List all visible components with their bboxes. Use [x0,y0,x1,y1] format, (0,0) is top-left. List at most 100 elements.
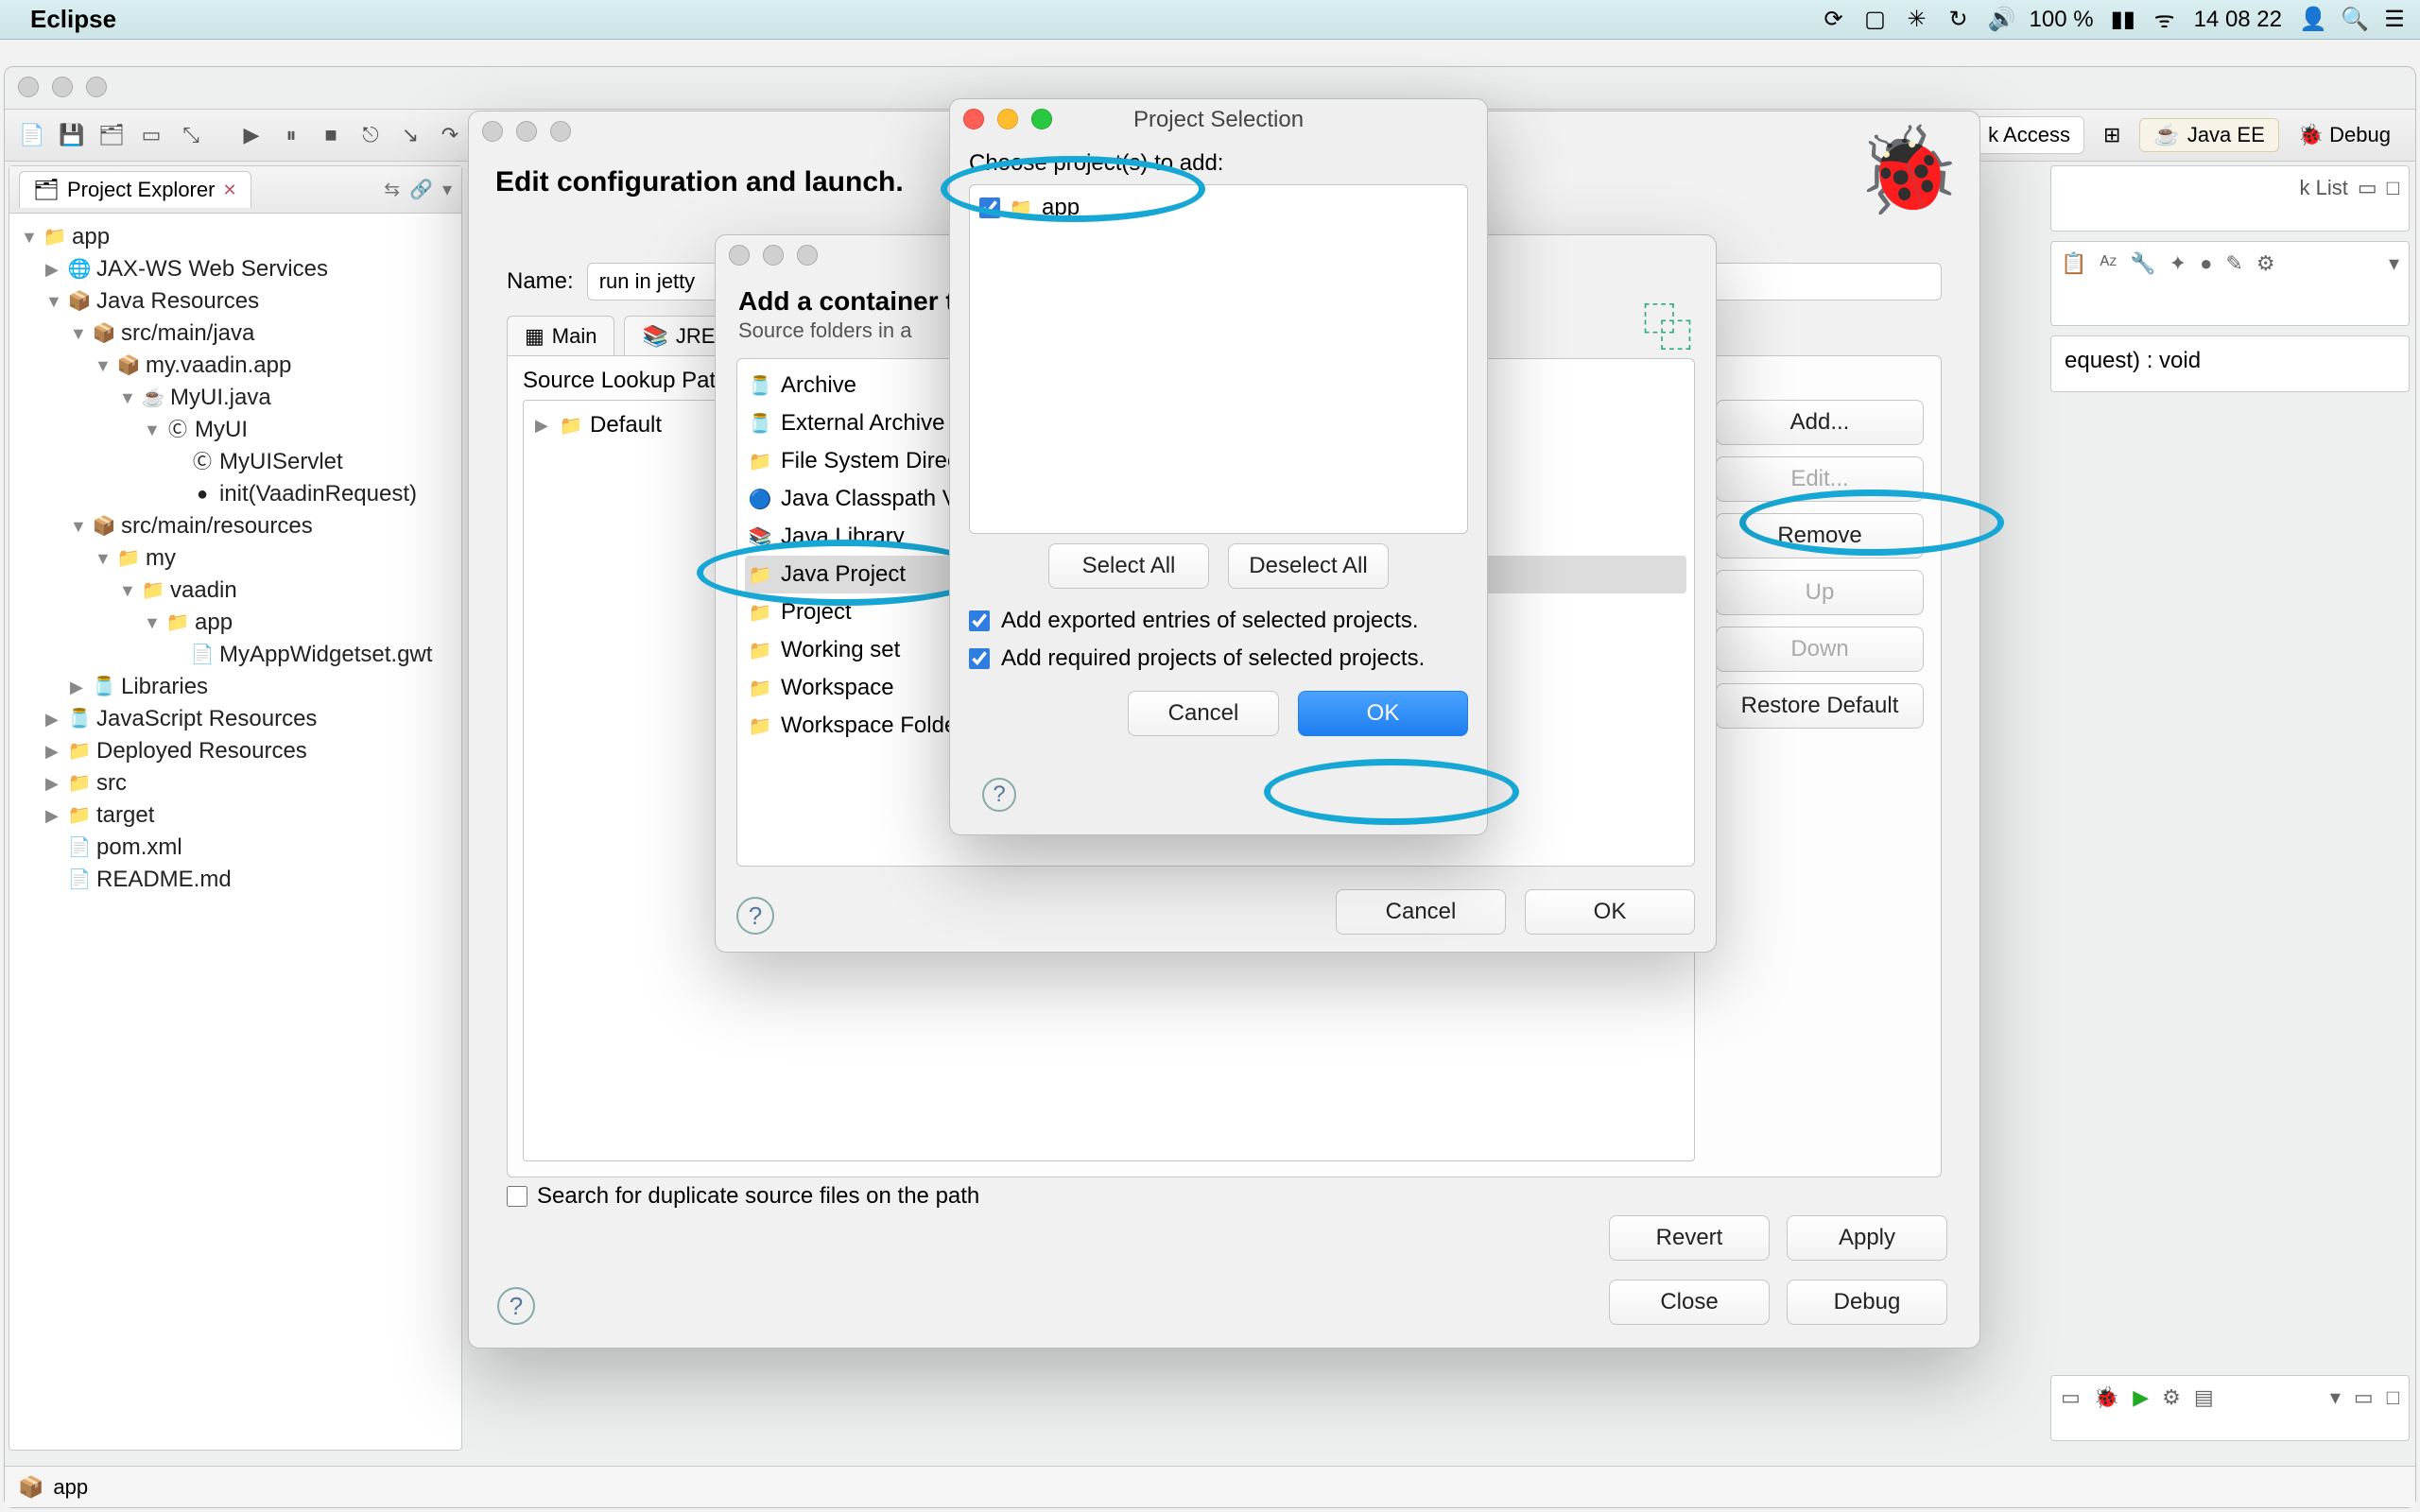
project-icon [1010,197,1032,219]
project-checkbox[interactable] [979,198,1000,218]
edit-button[interactable]: Edit... [1716,456,1924,502]
view-menu-icon[interactable]: ▾ [2389,251,2399,276]
toolbar-icon[interactable]: 📋 [2061,251,2086,276]
exported-entries-label: Add exported entries of selected project… [1001,608,1419,634]
project-explorer-tabbar: 🗂 Project Explorer ✕ ⇆ 🔗 ▾ [9,166,461,214]
container-type-icon: 📁 [749,601,771,624]
deselect-all-button[interactable]: Deselect All [1228,543,1389,589]
choose-projects-label: Choose project(s) to add: [950,141,1487,180]
exported-entries-checkbox[interactable] [969,610,990,631]
remove-button[interactable]: Remove [1716,513,1924,558]
view-menu-icon[interactable]: ▾ [2330,1385,2341,1410]
toolbar-icon[interactable]: 🔧 [2130,251,2155,276]
add-button[interactable]: Add... [1716,400,1924,445]
select-all-button[interactable]: Select All [1048,543,1209,589]
cancel-button[interactable]: Cancel [1336,889,1506,935]
terminate-icon[interactable]: ■ [315,119,347,151]
apply-button[interactable]: Apply [1787,1215,1947,1261]
project-list[interactable]: app [969,184,1468,534]
user-icon[interactable]: 👤 [2299,6,2324,33]
restore-default-button[interactable]: Restore Default [1716,683,1924,729]
toggle-breadcrumb-icon[interactable]: ▭ [135,119,167,151]
view-menu-icon[interactable]: ▾ [442,178,452,201]
xml-file-icon [191,644,214,666]
toolbar-icon[interactable]: ⚙ [2256,251,2275,276]
zoom-window-icon[interactable] [86,77,107,97]
toolbar-icon[interactable]: ᴬᶻ [2100,251,2117,276]
tab-label: JRE [676,324,716,349]
help-icon[interactable]: ? [982,778,1016,812]
terminal-icon[interactable]: ▤ [2194,1385,2214,1410]
disconnect-icon[interactable]: ⎋ [354,119,387,151]
wifi-icon[interactable]: ᯤ [2152,4,2177,35]
folder-icon [142,579,164,602]
perspective-java-ee[interactable]: ☕ Java EE [2139,118,2278,152]
link-editor-icon[interactable]: 🔗 [409,178,433,201]
skip-breakpoints-icon[interactable]: ⤡ [175,119,207,151]
resume-icon[interactable]: ▶ [235,119,268,151]
spotlight-icon[interactable]: 🔍 [2341,6,2365,33]
run-icon[interactable]: ▶ [2133,1385,2149,1410]
step-into-icon[interactable]: ↘ [394,119,426,151]
container-type-icon: 📁 [749,714,771,737]
bluetooth-icon[interactable]: ✳ [1905,6,1929,33]
collapse-all-icon[interactable]: ⇆ [384,178,400,201]
close-button[interactable]: Close [1609,1280,1770,1325]
open-perspective-icon[interactable]: ⊞ [2094,119,2130,151]
airplay-icon[interactable]: ▢ [1863,6,1888,33]
step-over-icon[interactable]: ↷ [434,119,466,151]
app-name[interactable]: Eclipse [30,5,116,34]
volume-icon[interactable]: 🔊 [1988,6,2013,33]
minimize-icon[interactable]: ▭ [2354,1385,2374,1410]
close-window-icon[interactable] [18,77,39,97]
project-tree[interactable]: ▼app ▶JAX-WS Web Services ▼Java Resource… [9,214,461,903]
project-explorer-tab[interactable]: 🗂 Project Explorer ✕ [19,171,251,208]
tree-item: ▼MyUI.java [17,382,454,414]
debug-button[interactable]: Debug [1787,1280,1947,1325]
toolbar-icon[interactable]: ✦ [2169,251,2187,276]
down-button[interactable]: Down [1716,627,1924,672]
close-tab-icon[interactable]: ✕ [222,180,236,200]
toolbar-icon[interactable]: ● [2200,251,2212,276]
saveall-icon[interactable]: 🗂 [95,119,128,151]
cancel-button[interactable]: Cancel [1128,691,1279,736]
console-icon[interactable]: ▭ [2061,1385,2081,1410]
toolbar-icon[interactable]: ✎ [2225,251,2242,276]
container-type-icon: 📁 [749,450,771,472]
new-icon[interactable]: 📄 [16,119,48,151]
help-icon[interactable]: ? [497,1287,535,1325]
minimize-window-icon[interactable] [52,77,73,97]
outline-item[interactable]: equest) : void [2065,348,2201,373]
tree-label: MyAppWidgetset.gwt [219,639,432,671]
timemachine-icon[interactable]: ↻ [1946,6,1971,33]
debug-icon[interactable]: 🐞 [2094,1385,2119,1410]
view-toolbar: ⇆ 🔗 ▾ [384,178,452,201]
up-button[interactable]: Up [1716,570,1924,615]
tree-label: Libraries [121,671,208,703]
tree-label: MyUI [195,414,248,446]
revert-button[interactable]: Revert [1609,1215,1770,1261]
suspend-icon[interactable]: ⏸ [275,119,307,151]
ok-button[interactable]: OK [1525,889,1695,935]
tab-main[interactable]: ▦Main [507,316,614,356]
battery-icon[interactable]: ▮▮ [2111,6,2135,33]
duplicate-check-checkbox[interactable] [507,1186,527,1207]
project-name: app [1042,195,1080,221]
container-type-icon: 🔵 [749,488,771,510]
tree-label: init(VaadinRequest) [219,478,417,510]
tree-label: Deployed Resources [96,735,307,767]
required-projects-checkbox[interactable] [969,648,990,669]
maximize-icon[interactable]: □ [2387,1385,2399,1410]
ok-button[interactable]: OK [1298,691,1468,736]
quick-access-field[interactable]: k Access [1974,116,2084,154]
maximize-icon[interactable]: □ [2387,176,2399,200]
perspective-debug[interactable]: 🐞 Debug [2289,119,2400,151]
minimize-icon[interactable]: ▭ [2358,176,2377,200]
server-icon[interactable]: ⚙ [2162,1385,2181,1410]
notification-icon[interactable]: ☰ [2382,6,2407,33]
save-icon[interactable]: 💾 [56,119,88,151]
sync-icon[interactable]: ⟳ [1822,6,1846,33]
libraries-icon [93,676,115,698]
clock[interactable]: 14 08 22 [2194,7,2282,33]
help-icon[interactable]: ? [736,897,774,935]
